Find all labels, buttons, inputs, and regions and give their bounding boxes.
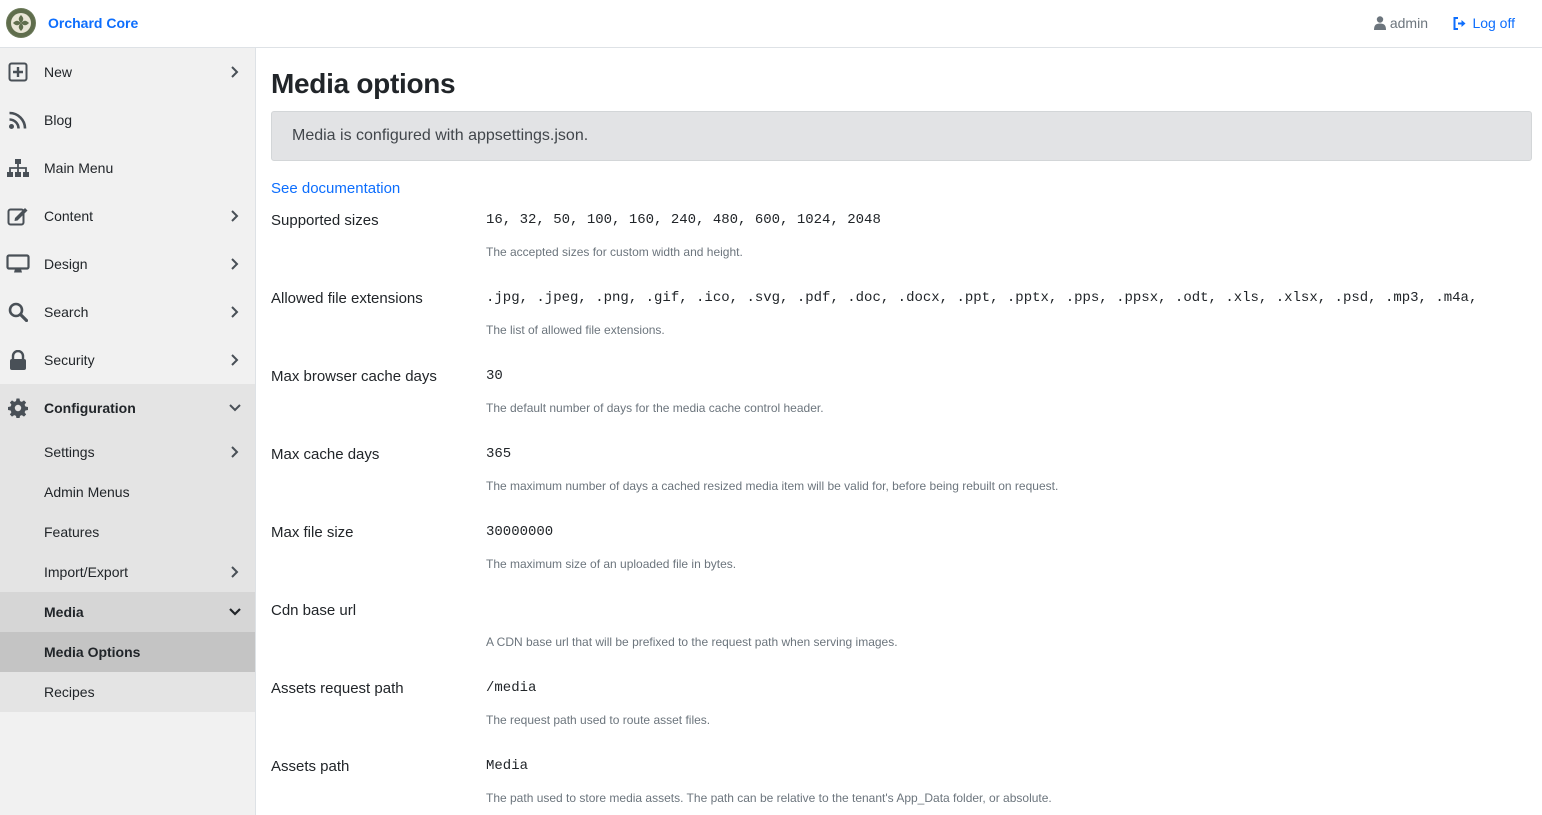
option-row-supported-sizes: Supported sizes 16, 32, 50, 100, 160, 24… [271, 208, 1533, 286]
option-help: The list of allowed file extensions. [486, 323, 665, 337]
sidebar-item-label: Security [44, 352, 95, 368]
sidebar-subitem-admin-menus[interactable]: Admin Menus [0, 472, 255, 512]
option-label: Cdn base url [271, 602, 357, 619]
chevron-down-icon [229, 608, 241, 616]
desktop-icon [6, 253, 30, 275]
option-help: The request path used to route asset fil… [486, 713, 711, 727]
rss-icon [6, 109, 30, 131]
user-menu[interactable]: admin [1373, 15, 1428, 31]
sidebar-subitem-label: Settings [44, 444, 95, 460]
sidebar-item-content[interactable]: Content [0, 192, 255, 240]
sidebar-subitem-label: Admin Menus [44, 484, 130, 500]
option-label: Max file size [271, 524, 354, 541]
alert-text: Media is configured with appsettings.jso… [292, 127, 589, 144]
orchard-logo-icon [6, 8, 36, 38]
edit-icon [6, 205, 30, 227]
option-label: Max cache days [271, 446, 380, 463]
sidebar: New Blog Main Menu Content Design Search [0, 48, 256, 815]
brand-link[interactable]: Orchard Core [6, 8, 138, 38]
option-row-max-cache-days: Max cache days 365 The maximum number of… [271, 442, 1533, 520]
sidebar-item-blog[interactable]: Blog [0, 96, 255, 144]
option-help: The accepted sizes for custom width and … [486, 245, 743, 259]
chevron-right-icon [231, 566, 239, 578]
sign-out-icon [1453, 16, 1466, 30]
user-icon [1373, 16, 1386, 30]
option-help: The maximum number of days a cached resi… [486, 479, 1059, 493]
sidebar-item-security[interactable]: Security [0, 336, 255, 384]
chevron-right-icon [231, 258, 239, 270]
sidebar-item-new[interactable]: New [0, 48, 255, 96]
sitemap-icon [6, 157, 30, 179]
option-value: 16, 32, 50, 100, 160, 240, 480, 600, 102… [486, 212, 881, 228]
option-value: 30000000 [486, 524, 554, 540]
user-name: admin [1389, 15, 1428, 31]
page-title: Media options [271, 68, 456, 99]
sidebar-subitem-media[interactable]: Media [0, 592, 255, 632]
sidebar-subitem-label: Media [44, 604, 84, 620]
sidebar-item-label: Content [44, 208, 94, 224]
option-row-max-browser-cache-days: Max browser cache days 30 The default nu… [271, 364, 1533, 442]
logoff-button[interactable]: Log off [1453, 15, 1515, 31]
option-help: The maximum size of an uploaded file in … [486, 557, 737, 571]
option-help: A CDN base url that will be prefixed to … [486, 635, 898, 649]
chevron-right-icon [231, 210, 239, 222]
option-row-assets-path: Assets path Media The path used to store… [271, 754, 1533, 815]
sidebar-item-label: Blog [44, 112, 73, 128]
sidebar-item-label: Design [44, 256, 88, 272]
option-row-allowed-extensions: Allowed file extensions .jpg, .jpeg, .pn… [271, 286, 1533, 364]
sidebar-item-main-menu[interactable]: Main Menu [0, 144, 255, 192]
option-row-cdn-base-url: Cdn base url A CDN base url that will be… [271, 598, 1533, 676]
sidebar-subitem-label: Recipes [44, 684, 95, 700]
chevron-right-icon [231, 306, 239, 318]
sidebar-item-label: Main Menu [44, 160, 114, 176]
option-label: Max browser cache days [271, 368, 437, 385]
lock-icon [6, 349, 30, 371]
sidebar-subitem-label: Media Options [44, 644, 141, 660]
chevron-right-icon [231, 354, 239, 366]
option-help: The path used to store media assets. The… [486, 791, 1052, 805]
option-value: Media [486, 758, 529, 774]
option-help: The default number of days for the media… [486, 401, 824, 415]
plus-square-icon [6, 61, 30, 83]
option-label: Assets path [271, 758, 350, 775]
option-label: Supported sizes [271, 212, 379, 229]
sidebar-subitem-import-export[interactable]: Import/Export [0, 552, 255, 592]
sidebar-subitem-recipes[interactable]: Recipes [0, 672, 255, 712]
sidebar-subitem-settings[interactable]: Settings [0, 432, 255, 472]
chevron-down-icon [229, 404, 241, 412]
search-icon [6, 301, 30, 323]
sidebar-item-label: Configuration [44, 400, 136, 416]
option-label: Allowed file extensions [271, 290, 423, 307]
options-list: Supported sizes 16, 32, 50, 100, 160, 24… [271, 208, 1533, 815]
top-bar: Orchard Core admin Log off [0, 0, 1542, 48]
brand-name[interactable]: Orchard Core [48, 15, 138, 31]
sidebar-item-label: New [44, 64, 73, 80]
documentation-link[interactable]: See documentation [271, 180, 400, 197]
sidebar-item-label: Search [44, 304, 89, 320]
sidebar-item-configuration[interactable]: Configuration [0, 384, 255, 432]
chevron-right-icon [231, 446, 239, 458]
gear-icon [6, 397, 30, 419]
sidebar-item-design[interactable]: Design [0, 240, 255, 288]
sidebar-subitem-features[interactable]: Features [0, 512, 255, 552]
option-value: 30 [486, 368, 503, 384]
option-value: /media [486, 680, 537, 696]
option-value: 365 [486, 446, 512, 462]
sidebar-subitem-label: Import/Export [44, 564, 129, 580]
sidebar-subitem-label: Features [44, 524, 100, 540]
chevron-right-icon [231, 66, 239, 78]
info-alert: Media is configured with appsettings.jso… [271, 111, 1532, 161]
option-row-max-file-size: Max file size 30000000 The maximum size … [271, 520, 1533, 598]
option-row-assets-request-path: Assets request path /media The request p… [271, 676, 1533, 754]
option-value: .jpg, .jpeg, .png, .gif, .ico, .svg, .pd… [486, 290, 1478, 306]
option-label: Assets request path [271, 680, 404, 697]
sidebar-item-search[interactable]: Search [0, 288, 255, 336]
sidebar-subitem-media-options[interactable]: Media Options [0, 632, 255, 672]
logoff-label: Log off [1472, 15, 1515, 31]
